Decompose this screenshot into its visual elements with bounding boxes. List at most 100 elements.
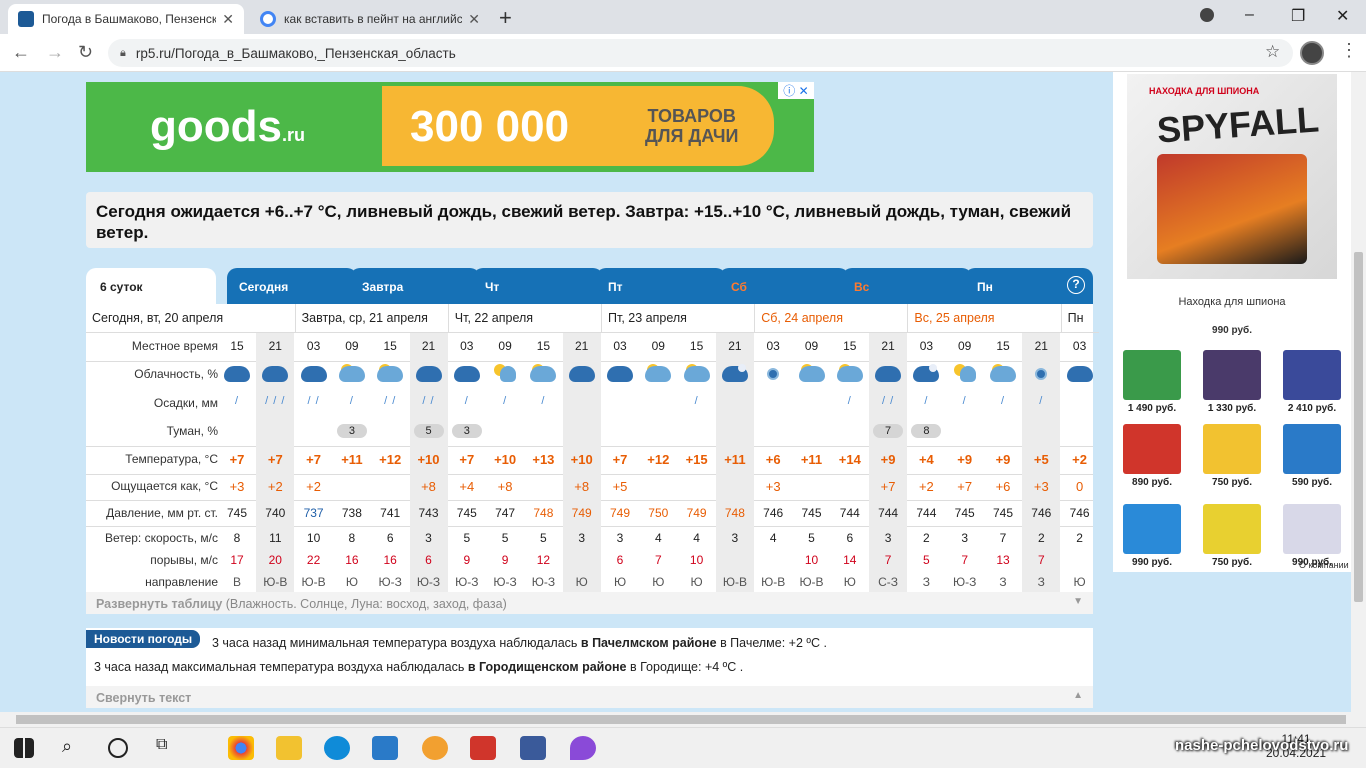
ad-headline: 300 000 [410, 102, 570, 151]
ad-logo: goods.ru [150, 102, 305, 151]
maximize-icon[interactable]: ❐ [1291, 6, 1305, 26]
side-ad-title[interactable]: Находка для шпиона [1113, 296, 1351, 308]
side-ad-main-image[interactable]: НАХОДКА ДЛЯ ШПИОНА SPYFALL [1127, 74, 1337, 279]
day-header: Вс, 25 апреля [907, 304, 1061, 333]
time-cell: 21 [881, 339, 895, 353]
tab-day-3[interactable]: Чт [473, 268, 603, 304]
cortana-icon[interactable] [108, 738, 128, 758]
side-ad-product-image[interactable] [1123, 504, 1181, 554]
close-window-icon[interactable]: ✕ [1336, 6, 1349, 26]
vpn-icon[interactable] [422, 736, 448, 760]
side-ad-product-image[interactable] [1123, 424, 1181, 474]
task-view-icon[interactable]: ⧉ [156, 736, 182, 760]
ad-banner[interactable]: goods.ru 300 000 ТОВАРОВ ДЛЯ ДАЧИ [86, 82, 814, 172]
side-ad-product-price: 590 руб. [1292, 477, 1332, 488]
forecast-column: 21 +11 748 3 Ю-В [715, 333, 754, 592]
watermark: nashe-pchelovodstvo.ru [1175, 737, 1349, 754]
app-icon[interactable] [372, 736, 398, 760]
wind-direction-cell: Ю-З [493, 575, 517, 589]
row-label-feels: Ощущается как, °C [111, 479, 218, 493]
edge-icon[interactable] [324, 736, 350, 760]
side-ad-product-price: 1 330 руб. [1207, 403, 1257, 414]
feels-like-cell: +7 [957, 479, 973, 494]
side-ad-product-image[interactable] [1123, 350, 1181, 400]
pressure-cell: 745 [226, 506, 248, 520]
back-arrow-icon[interactable]: ← [12, 42, 30, 63]
app-icon[interactable] [470, 736, 496, 760]
side-ad-product-image[interactable] [1203, 350, 1261, 400]
profile-avatar[interactable] [1300, 41, 1324, 65]
side-ad-product-image[interactable] [1283, 504, 1341, 554]
horizontal-scrollbar[interactable] [0, 712, 1366, 727]
ad-choices-icon[interactable]: ⓘ ✕ [778, 82, 814, 99]
wind-gust-cell: 22 [306, 553, 321, 567]
tab-day-1[interactable]: Сегодня [227, 268, 357, 304]
cloud-icon [262, 366, 289, 382]
time-cell: 21 [268, 339, 282, 353]
forecast-column: 09 / +10 +8 747 5 9 Ю-З [486, 333, 524, 592]
close-tab-icon[interactable]: ✕ [222, 11, 234, 28]
rain-icon: / / [307, 395, 320, 407]
side-ad-product-image[interactable] [1203, 424, 1261, 474]
fog-icon: 3 [336, 424, 367, 438]
wind-speed-cell: 3 [961, 531, 969, 545]
pressure-cell: 743 [418, 506, 439, 520]
side-ad-product-image[interactable] [1203, 504, 1261, 554]
tab-day-5[interactable]: Сб [719, 268, 849, 304]
temperature-cell: +10 [417, 452, 440, 467]
time-cell: 03 [919, 339, 934, 353]
time-cell: 15 [996, 339, 1010, 353]
moon-icon [767, 368, 780, 380]
wind-direction-cell: С-З [878, 575, 899, 589]
temperature-cell: +10 [494, 452, 517, 467]
forecast-column: 03 / 3 +7 +4 745 5 9 Ю-З [448, 333, 486, 592]
temperature-cell: +7 [267, 452, 283, 467]
tab-day-6[interactable]: Вс [842, 268, 972, 304]
address-bar[interactable]: 🔒︎ rp5.ru/Погода_в_Башмаково,_Пензенская… [108, 39, 1293, 67]
wind-direction-cell: Ю-В [761, 575, 786, 589]
expand-table-link[interactable]: Развернуть таблицу (Влажность. Солнце, Л… [86, 592, 1093, 614]
collapse-text-link[interactable]: Свернуть текст ▲ [86, 686, 1093, 708]
side-ad[interactable]: НАХОДКА ДЛЯ ШПИОНА SPYFALL Находка для ш… [1113, 72, 1351, 572]
help-icon[interactable]: ? [1067, 276, 1085, 294]
cloud-icon [645, 366, 672, 382]
side-ad-product-image[interactable] [1283, 350, 1341, 400]
rain-icon: / [924, 395, 929, 407]
forecast-column: 03 / / +7 +2 737 10 22 Ю-В [295, 333, 333, 592]
rp5-favicon-icon [18, 11, 34, 27]
side-ad-product-image[interactable] [1283, 424, 1341, 474]
feels-like-cell: +8 [574, 479, 590, 494]
browser-tab-active[interactable]: Погода в Башмаково, Пензенск ✕ [8, 4, 244, 34]
feels-like-cell: +8 [421, 479, 436, 494]
wind-gust-cell: 9 [501, 553, 509, 567]
search-icon[interactable]: ⌕ [62, 736, 88, 760]
chrome-taskbar-icon[interactable] [228, 736, 254, 760]
temperature-cell: +11 [724, 452, 746, 467]
app-icon[interactable] [570, 736, 596, 760]
tab-day-4[interactable]: Пт [596, 268, 726, 304]
tab-6-days[interactable]: 6 суток [86, 268, 216, 304]
forecast-column: 21 / / / +7 +2 740 11 20 Ю-В [256, 333, 295, 592]
tab-day-7[interactable]: Пн? [965, 268, 1093, 304]
wind-speed-cell: 2 [1076, 531, 1083, 545]
app-icon[interactable] [520, 736, 546, 760]
tab-day-2[interactable]: Завтра [350, 268, 480, 304]
windows-start-icon[interactable] [14, 738, 34, 758]
browser-tab[interactable]: как вставить в пейнт на английс ✕ [250, 4, 490, 34]
reload-icon[interactable]: ↻ [78, 42, 93, 63]
minimize-icon[interactable]: – [1245, 6, 1254, 24]
new-tab-plus-icon[interactable]: + [499, 5, 512, 31]
file-explorer-icon[interactable] [276, 736, 302, 760]
wind-gust-cell: 10 [804, 553, 819, 567]
wind-speed-cell: 7 [999, 531, 1007, 545]
bookmark-star-icon[interactable]: ☆ [1265, 42, 1280, 62]
pressure-cell: 744 [839, 506, 860, 520]
forecast-column: 09 / 3 +11 738 8 16 Ю [333, 333, 371, 592]
forward-arrow-icon[interactable]: → [46, 42, 64, 63]
vertical-scrollbar[interactable] [1351, 72, 1366, 712]
temperature-cell: +11 [341, 452, 363, 467]
browser-menu-icon[interactable]: ⋮ [1340, 40, 1358, 61]
browser-tab-bar: Погода в Башмаково, Пензенск ✕ как встав… [0, 0, 1366, 34]
tab-search-icon[interactable] [1200, 8, 1214, 22]
close-tab-icon[interactable]: ✕ [468, 11, 480, 28]
